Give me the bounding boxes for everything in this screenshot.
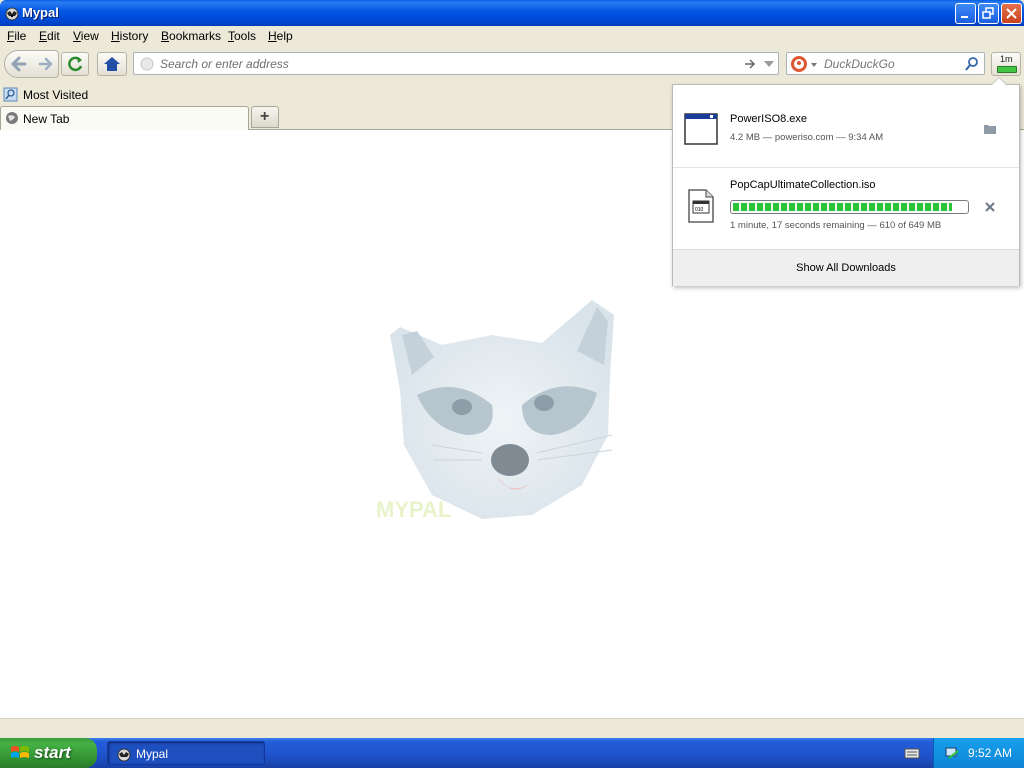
system-tray: 9:52 AM [933, 738, 1024, 768]
search-icon[interactable] [964, 56, 980, 72]
most-visited-icon [3, 87, 18, 102]
menu-view[interactable]: View [73, 29, 99, 43]
network-icon[interactable] [944, 745, 960, 761]
menu-history[interactable]: History [111, 29, 148, 43]
show-all-downloads-label: Show All Downloads [796, 262, 896, 274]
panel-arrow [991, 77, 1007, 85]
menu-file[interactable]: File [7, 29, 26, 43]
menu-bookmarks-key: B [161, 29, 170, 43]
downloads-time-label: 1m [1000, 54, 1013, 64]
search-bar[interactable] [786, 52, 985, 75]
forward-arrow-icon [38, 57, 53, 71]
menu-view-key: V [73, 29, 81, 43]
downloads-button[interactable]: 1m [991, 52, 1021, 76]
title-bar: Mypal [0, 0, 1024, 26]
new-tab-button[interactable]: + [251, 106, 279, 128]
back-button[interactable] [6, 52, 32, 76]
menu-view-label: iew [80, 29, 99, 43]
close-button[interactable] [1001, 3, 1022, 24]
mypal-raccoon-logo: MYPAL [376, 300, 614, 522]
svg-text:010: 010 [695, 207, 704, 213]
download-progress-fill [733, 203, 952, 211]
mypal-logo-text: MYPAL [376, 497, 451, 522]
globe-icon [6, 112, 18, 124]
address-input[interactable] [158, 56, 742, 72]
menu-tools-label: ools [234, 29, 257, 43]
go-arrow-icon[interactable] [743, 57, 757, 71]
menu-help[interactable]: Help [268, 29, 293, 43]
search-engine-selector[interactable] [790, 55, 820, 73]
menu-tools[interactable]: Tools [228, 29, 256, 43]
duckduckgo-icon [791, 56, 807, 72]
menu-file-label: ile [14, 29, 27, 43]
show-all-downloads-button[interactable]: Show All Downloads [673, 249, 1019, 286]
download-progress-bar [730, 200, 969, 214]
status-bar [0, 718, 1024, 738]
download-filename: PowerISO8.exe [730, 113, 808, 125]
tab-new-tab[interactable]: New Tab [0, 106, 249, 130]
downloads-panel: PowerISO8.exe 4.2 MB — poweriso.com — 9:… [672, 77, 1020, 286]
downloads-progress-indicator [997, 66, 1017, 73]
download-filename: PopCapUltimateCollection.iso [730, 179, 876, 191]
start-button[interactable]: start [0, 738, 97, 768]
exe-file-icon [684, 113, 718, 145]
restore-button[interactable] [978, 3, 999, 24]
chevron-down-icon [811, 63, 817, 67]
minimize-icon [961, 16, 968, 18]
download-status: 1 minute, 17 seconds remaining — 610 of … [730, 220, 942, 231]
restore-icon [982, 7, 994, 19]
mypal-app-icon [5, 7, 19, 21]
home-button[interactable] [97, 52, 127, 76]
minimize-button[interactable] [955, 3, 976, 24]
forward-button[interactable] [35, 52, 57, 76]
navigation-toolbar: 1m [0, 46, 1024, 84]
window-title: Mypal [22, 5, 59, 20]
menu-help-key: H [268, 29, 277, 43]
mypal-app-icon [117, 748, 131, 762]
download-item-popcap[interactable]: 010 PopCapUltimateCollection.iso 1 minut… [673, 167, 1019, 249]
clock[interactable]: 9:52 AM [968, 746, 1012, 760]
taskbar-item-label: Mypal [136, 747, 169, 761]
download-item-poweriso[interactable]: PowerISO8.exe 4.2 MB — poweriso.com — 9:… [673, 85, 1019, 168]
dropdown-arrow-icon[interactable] [763, 58, 775, 70]
bookmark-label: Most Visited [23, 88, 89, 102]
plus-icon: + [260, 108, 270, 125]
tab-label: New Tab [23, 112, 70, 126]
menu-history-label: istory [119, 29, 149, 43]
search-input[interactable] [822, 56, 961, 72]
keyboard-icon[interactable] [904, 746, 920, 760]
menu-history-key: H [111, 29, 120, 43]
start-label: start [34, 743, 71, 762]
taskbar-item-mypal[interactable]: Mypal [107, 741, 265, 765]
cancel-download-icon[interactable] [984, 201, 996, 213]
download-status: 4.2 MB — poweriso.com — 9:34 AM [730, 132, 884, 143]
globe-icon [140, 57, 154, 71]
reload-icon [68, 56, 83, 72]
menu-bar: File Edit View History Bookmarks Tools H… [0, 26, 1024, 46]
menu-edit[interactable]: Edit [39, 29, 60, 43]
windows-logo-icon [11, 746, 29, 758]
menu-bookmarks-label: ookmarks [169, 29, 222, 43]
back-arrow-icon [10, 56, 27, 72]
folder-icon[interactable] [983, 123, 997, 135]
menu-bookmarks[interactable]: Bookmarks [161, 29, 221, 43]
taskbar: start Mypal 9:52 AM [0, 738, 1024, 768]
close-icon [1006, 8, 1017, 19]
home-icon [104, 57, 120, 71]
menu-help-label: elp [276, 29, 293, 43]
reload-button[interactable] [61, 52, 89, 76]
menu-edit-label: dit [47, 29, 60, 43]
menu-edit-key: E [39, 29, 48, 43]
iso-file-icon: 010 [688, 189, 714, 223]
back-forward-group [4, 50, 59, 78]
address-bar[interactable] [133, 52, 779, 75]
